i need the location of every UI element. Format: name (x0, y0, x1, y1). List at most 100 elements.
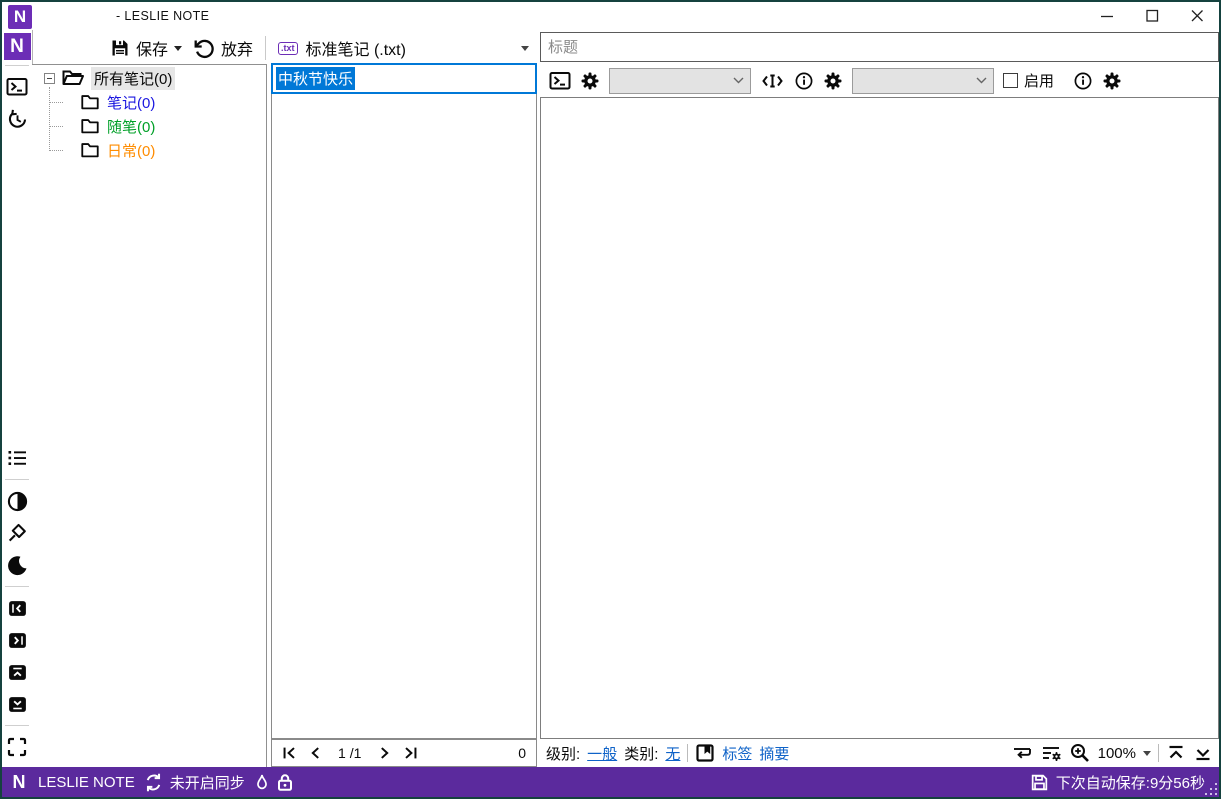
info-icon (1074, 72, 1092, 89)
ink-status-button[interactable] (253, 772, 271, 793)
collapse-left-panel-button[interactable] (4, 595, 30, 621)
panel-down-icon (8, 696, 26, 712)
footer-right-group: 100% (1011, 742, 1213, 764)
minimize-icon (1100, 15, 1113, 18)
tree-folder-row[interactable]: 笔记(0) (80, 90, 155, 114)
enable-label: 启用 (1024, 73, 1055, 90)
autosave-status: 下次自动保存:9分56秒 (1030, 772, 1205, 793)
discard-label: 放弃 (221, 42, 254, 59)
footer-separator (1158, 744, 1159, 762)
note-list-view-button[interactable] (4, 445, 30, 471)
next-page-icon (381, 747, 389, 759)
zoom-in-button[interactable] (1069, 742, 1091, 764)
maximize-button[interactable] (1129, 3, 1174, 30)
fullscreen-button[interactable] (4, 734, 30, 760)
list-icon (8, 451, 26, 465)
moon-icon (7, 555, 26, 575)
collapse-top-panel-button[interactable] (4, 659, 30, 685)
autosave-save-icon (1031, 774, 1047, 790)
terminal-icon (6, 78, 28, 96)
scroll-top-button[interactable] (1166, 743, 1186, 763)
info-icon (795, 72, 813, 89)
rail-separator (5, 586, 29, 587)
app-logo-button[interactable]: N (3, 33, 31, 60)
status-bar: N LESLIE NOTE 未开启同步 下次自动保存:9分56秒 (2, 767, 1219, 797)
script-settings-button[interactable] (580, 71, 600, 91)
prev-page-button[interactable] (302, 744, 328, 762)
tree-collapse-toggle[interactable] (44, 72, 55, 84)
undo-icon (194, 39, 214, 59)
open-folder-icon (62, 70, 84, 85)
tree-folder-label: 随笔(0) (107, 118, 156, 136)
chevron-down-icon (733, 77, 744, 84)
sync-status-button[interactable]: 未开启同步 (143, 772, 245, 793)
plugin-settings-button[interactable] (1102, 71, 1122, 91)
app-window: N - LESLIE NOTE N 保存 放弃 .txt 标准笔记 (.txt)… (0, 0, 1221, 799)
next-page-button[interactable] (371, 744, 397, 762)
editor-terminal-button[interactable] (549, 71, 571, 91)
tree-root-row[interactable]: 所有笔记(0) (44, 66, 176, 90)
resize-grip[interactable] (1205, 783, 1217, 795)
last-page-icon (405, 747, 417, 759)
template-info-button[interactable] (794, 71, 814, 91)
tree-folder-row[interactable]: 日常(0) (80, 138, 155, 162)
minimize-button[interactable] (1084, 3, 1129, 30)
collapse-bottom-panel-button[interactable] (4, 691, 30, 717)
word-wrap-button[interactable] (1011, 743, 1033, 763)
tree-folder-label: 笔记(0) (107, 94, 156, 112)
tree-connector (49, 102, 63, 103)
discard-button[interactable]: 放弃 (192, 36, 253, 60)
template-select-combobox[interactable] (852, 67, 994, 94)
plugin-info-button[interactable] (1073, 71, 1093, 91)
script-select-combobox[interactable] (609, 67, 751, 94)
cursor-mode-button[interactable] (760, 71, 785, 91)
page-total: /1 (349, 745, 362, 761)
dark-mode-button[interactable] (4, 552, 30, 578)
lock-icon (277, 773, 292, 791)
contrast-theme-button[interactable] (4, 488, 30, 514)
note-title-edit[interactable]: 中秋节快乐 (271, 63, 537, 94)
level-label: 级别: (546, 745, 581, 763)
note-type-dropdown[interactable]: .txt 标准笔记 (.txt) (272, 32, 537, 64)
statusbar-logo-icon: N (12, 771, 26, 792)
tree-folder-row[interactable]: 随笔(0) (80, 114, 155, 138)
wrap-settings-button[interactable] (1040, 743, 1062, 763)
zoom-in-icon (1070, 744, 1089, 762)
zoom-caret-icon[interactable] (1143, 750, 1151, 756)
prev-page-icon (310, 747, 319, 759)
save-button[interactable]: 保存 (110, 36, 168, 60)
last-page-button[interactable] (397, 744, 423, 762)
level-link[interactable]: 一般 (587, 743, 617, 764)
scroll-bottom-icon (1196, 749, 1210, 761)
close-button[interactable] (1174, 3, 1219, 30)
app-logo-icon: N (8, 5, 32, 29)
history-button[interactable] (4, 106, 30, 132)
terminal-button[interactable] (4, 74, 30, 100)
note-editor[interactable] (540, 97, 1219, 739)
enable-checkbox[interactable] (1003, 73, 1018, 88)
note-list-pager: 1 /1 0 (271, 739, 537, 767)
category-link[interactable]: 无 (665, 743, 680, 764)
lock-status-button[interactable] (275, 772, 295, 793)
page-current: 1 (338, 745, 346, 761)
chevron-down-icon (976, 77, 987, 84)
sync-status-text: 未开启同步 (169, 774, 245, 792)
tags-link[interactable]: 标签 (722, 743, 752, 764)
close-icon (1191, 10, 1203, 22)
selected-note-title: 中秋节快乐 (276, 67, 356, 90)
save-options-caret[interactable] (174, 45, 183, 51)
editor-footer: 级别: 一般 类别: 无 标签 摘要 100% (540, 739, 1219, 767)
bookmark-icon (696, 744, 714, 762)
template-settings-button[interactable] (823, 71, 843, 91)
scroll-bottom-button[interactable] (1193, 743, 1213, 763)
summary-link[interactable]: 摘要 (759, 743, 789, 764)
titlebar[interactable]: N - LESLIE NOTE (2, 2, 1219, 30)
fullscreen-icon (7, 737, 27, 757)
note-title-input[interactable] (540, 32, 1219, 62)
collapse-right-panel-button[interactable] (4, 627, 30, 653)
note-list-panel[interactable]: 中秋节快乐 (271, 63, 537, 739)
rail-separator (5, 65, 29, 66)
first-page-button[interactable] (276, 744, 302, 762)
tree-folder-label: 日常(0) (107, 142, 156, 160)
pin-window-button[interactable] (4, 520, 30, 546)
